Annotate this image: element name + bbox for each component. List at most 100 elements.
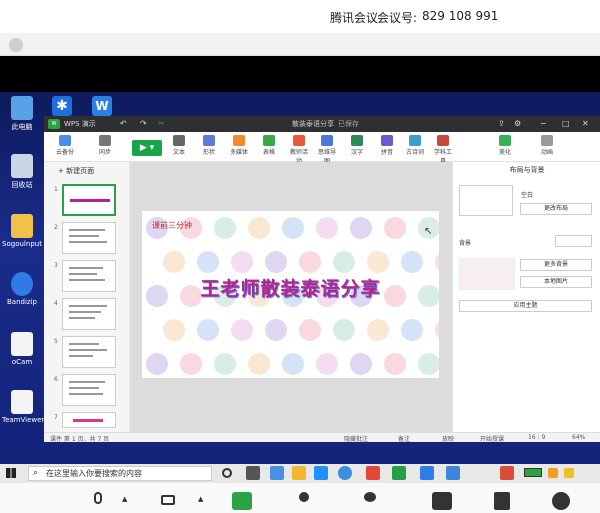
- slide-thumb-4[interactable]: [62, 298, 116, 330]
- wps-icon[interactable]: [392, 466, 406, 480]
- aspect-ratio[interactable]: 16 : 9: [528, 434, 545, 441]
- decorative-dot: [418, 353, 439, 375]
- taskbar-app-icon[interactable]: [246, 466, 260, 480]
- zoom-level[interactable]: 64%: [572, 434, 585, 441]
- star-app-icon[interactable]: ✱: [52, 96, 72, 116]
- ribbon-shape[interactable]: 形状: [198, 135, 220, 156]
- taskbar-app-icon[interactable]: [270, 466, 284, 480]
- emoji-icon[interactable]: [552, 492, 570, 510]
- ribbon-media[interactable]: 多媒体: [228, 135, 250, 156]
- slide-thumb-2[interactable]: [62, 222, 116, 254]
- document-title[interactable]: 散装泰语分享: [292, 119, 334, 129]
- desktop-icon-recycle-bin[interactable]: 回收站: [2, 154, 42, 190]
- app-logo-icon: W: [48, 119, 60, 129]
- slide-title: 王老师散装泰语分享: [200, 278, 381, 300]
- meeting-id: 829 108 991: [422, 9, 499, 23]
- ribbon-sync[interactable]: 同步: [94, 135, 116, 156]
- background-color-select[interactable]: [555, 235, 592, 247]
- folder-icon[interactable]: [292, 466, 306, 480]
- app-tab[interactable]: WPS 演示: [64, 119, 96, 129]
- start-teaching-button[interactable]: 开始授课: [480, 434, 504, 443]
- new-slide-button[interactable]: + 新建页面: [58, 166, 94, 176]
- sync-icon: [99, 135, 111, 146]
- ribbon-animation[interactable]: 动画: [536, 135, 558, 156]
- shield-icon[interactable]: [9, 38, 23, 52]
- members-icon[interactable]: [360, 492, 380, 510]
- playback-button[interactable]: 放映: [442, 434, 454, 443]
- play-button[interactable]: ▶ ▾: [132, 140, 162, 156]
- ribbon-poetry[interactable]: 古诗词: [404, 135, 426, 156]
- mute-mic-icon[interactable]: [88, 492, 108, 510]
- ribbon-pinyin[interactable]: 拼音: [376, 135, 398, 156]
- more-backgrounds-button[interactable]: 更多背景: [520, 259, 592, 271]
- minimize-icon[interactable]: −: [540, 119, 547, 128]
- windows-start-icon[interactable]: [6, 468, 16, 478]
- close-icon[interactable]: ✕: [582, 119, 589, 128]
- recycle-bin-icon: [11, 154, 33, 178]
- settings-icon[interactable]: ⚙: [514, 119, 521, 128]
- desktop-icon-sogou[interactable]: Sogoulnput: [2, 214, 42, 248]
- slide-thumb-3[interactable]: [62, 260, 116, 292]
- share-screen-icon[interactable]: [232, 492, 252, 510]
- slide-thumb-7[interactable]: [62, 412, 116, 428]
- apply-theme-button[interactable]: 应用主题: [459, 300, 592, 312]
- slide-canvas: 课前三分钟 王老师散装泰语分享 ↖: [130, 162, 452, 432]
- media-icon: [233, 135, 245, 146]
- document-icon[interactable]: [494, 492, 510, 510]
- local-image-button[interactable]: 本地图片: [520, 276, 592, 288]
- desktop-icon-teamviewer[interactable]: TeamViewer: [2, 390, 44, 424]
- ribbon-text[interactable]: 文本: [168, 135, 190, 156]
- screen-share-border: [0, 56, 600, 92]
- current-slide[interactable]: 课前三分钟 王老师散装泰语分享: [142, 211, 439, 378]
- decorative-dot: [435, 251, 439, 273]
- redo-icon[interactable]: ↷: [140, 119, 147, 128]
- task-view-icon[interactable]: [222, 468, 232, 478]
- desktop-icon-ocam[interactable]: oCam: [2, 332, 42, 366]
- desktop-icon-this-pc[interactable]: 此电脑: [2, 96, 42, 132]
- decorative-dot: [384, 353, 406, 375]
- maximize-icon[interactable]: □: [562, 119, 570, 128]
- camera-off-icon[interactable]: [158, 492, 178, 510]
- background-preview[interactable]: [459, 258, 515, 290]
- ribbon-label: 形状: [202, 149, 215, 156]
- tray-app-icon[interactable]: [564, 468, 574, 478]
- ribbon-subject-tools[interactable]: 学科工具: [432, 135, 454, 165]
- chevron-up-icon[interactable]: ▲: [122, 495, 127, 503]
- chevron-up-icon[interactable]: ▲: [198, 495, 203, 503]
- clock-icon[interactable]: [338, 466, 352, 480]
- slide-number: 5: [54, 338, 58, 345]
- ribbon-hanzi[interactable]: 汉字: [346, 135, 368, 156]
- chrome-icon[interactable]: [366, 466, 380, 480]
- meeting-icon[interactable]: [446, 466, 460, 480]
- slide-corner-text: 课前三分钟: [152, 221, 192, 230]
- undo-icon[interactable]: ↶: [120, 119, 127, 128]
- decorative-dot: [248, 217, 270, 239]
- share-icon[interactable]: ⇪: [498, 119, 505, 128]
- slide-thumb-1[interactable]: [62, 184, 116, 216]
- ribbon-beautify[interactable]: 美化: [494, 135, 516, 156]
- desktop-icon-bandizip[interactable]: Bandizip: [2, 272, 42, 306]
- layout-preview[interactable]: [459, 185, 513, 216]
- cloud-icon: [59, 135, 71, 146]
- mail-icon[interactable]: [314, 466, 328, 480]
- cut-icon[interactable]: ✂: [158, 119, 165, 128]
- ribbon-cloud-backup[interactable]: 云备份: [54, 135, 76, 156]
- tray-app-icon[interactable]: [500, 466, 514, 480]
- mindmap-icon: [321, 135, 333, 146]
- cursor-icon: ↖: [424, 226, 433, 237]
- change-layout-button[interactable]: 更改布局: [520, 203, 592, 215]
- tray-app-icon[interactable]: [548, 468, 558, 478]
- slide-thumb-5[interactable]: [62, 336, 116, 368]
- chat-icon[interactable]: [432, 492, 452, 510]
- slide-thumb-6[interactable]: [62, 374, 116, 406]
- wps-app-icon[interactable]: W: [92, 96, 112, 116]
- decorative-dot: [367, 319, 389, 341]
- notes-toggle[interactable]: 备注: [398, 434, 410, 443]
- ribbon-teacher-activity[interactable]: 教师活动: [288, 135, 310, 165]
- wps-writer-icon[interactable]: [420, 466, 434, 480]
- invite-icon[interactable]: [294, 492, 314, 510]
- ribbon-mindmap[interactable]: 思维导图: [316, 135, 338, 165]
- hide-notes-toggle[interactable]: 隐藏批注: [344, 434, 368, 443]
- ribbon-table[interactable]: 表格: [258, 135, 280, 156]
- ribbon-label: 美化: [498, 149, 511, 156]
